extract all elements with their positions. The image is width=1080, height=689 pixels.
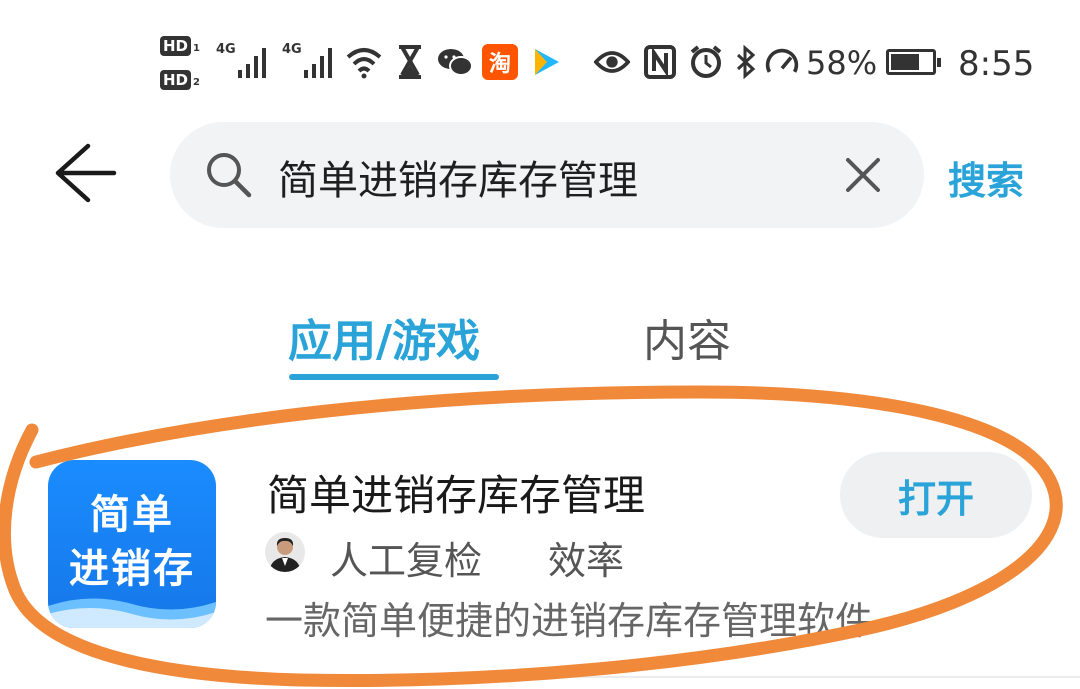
app-description: 一款简单便捷的进销存库存管理软件 [265,599,874,643]
eye-icon [594,44,630,80]
search-query-text[interactable]: 简单进销存库存管理 [278,148,638,206]
app-store-search-screen: HD 1 HD 2 4G 4G 淘 58% 8:55 简单进销存库存管理 搜索 … [0,0,1080,689]
tab-apps-games[interactable]: 应用/游戏 [288,305,480,369]
clock: 8:55 [958,44,1035,84]
hd-label: HD [160,70,192,90]
developer-name: 人工复检 [330,539,483,583]
tab-content[interactable]: 内容 [643,305,731,369]
wifi-icon [346,44,382,80]
signal-icon: 4G [282,42,336,78]
active-tab-indicator [289,374,499,380]
taobao-icon: 淘 [482,44,518,80]
search-button[interactable]: 搜索 [948,150,1024,205]
app-title[interactable]: 简单进销存库存管理 [267,462,645,523]
app-category: 效率 [548,539,625,583]
app-icon[interactable]: 简单 进销存 [48,460,216,628]
back-arrow-icon [55,143,117,203]
wave-icon [48,598,216,628]
status-bar: HD 1 HD 2 4G 4G 淘 58% 8:55 [0,0,1080,110]
divider [265,676,1080,678]
open-button[interactable]: 打开 [840,452,1032,538]
sim-number: 1 [193,43,200,54]
network-type: 4G [282,42,302,57]
back-button[interactable] [52,140,118,206]
hd-label: HD [160,36,192,56]
app-icon-text-line2: 进销存 [69,546,195,592]
wechat-icon [437,44,473,80]
network-type: 4G [216,42,236,57]
video-play-icon [528,44,564,80]
signal-icon: 4G [216,42,270,78]
app-icon-text-line1: 简单 [90,492,174,538]
battery-icon [886,49,941,75]
hourglass-icon [392,44,428,80]
hd-icon: HD 1 [160,36,206,56]
sim-number: 2 [193,77,200,88]
clear-icon[interactable] [840,152,886,198]
battery-percent: 58% [806,44,878,82]
search-icon [204,150,254,200]
bluetooth-icon [728,44,764,80]
hd-icon: HD 2 [160,70,206,90]
taobao-label: 淘 [488,52,511,77]
alarm-icon [688,44,724,80]
developer-avatar [265,532,305,572]
nfc-icon [642,44,678,80]
speed-icon [764,44,800,80]
